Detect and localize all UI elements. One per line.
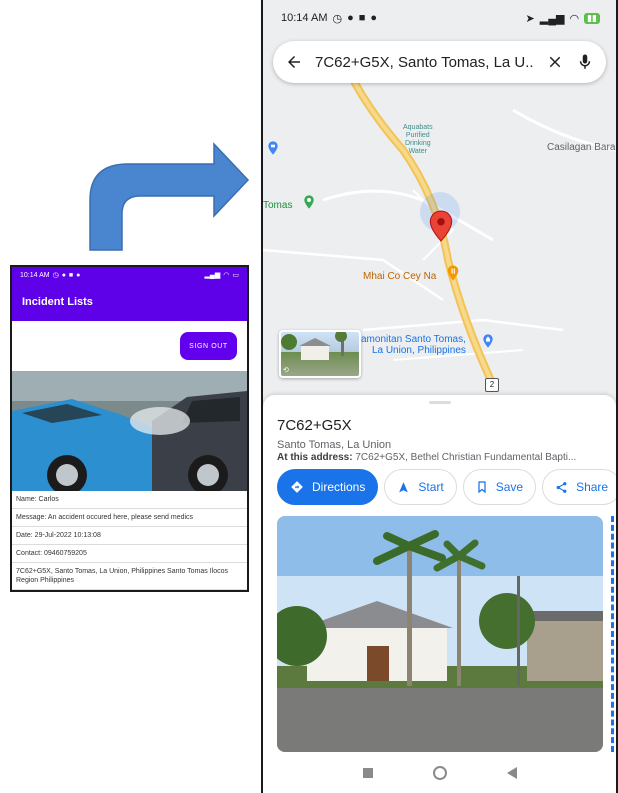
address-value: 7C62+G5X, Bethel Christian Fundamental B… [355,452,577,463]
start-button[interactable]: Start [384,469,457,505]
save-label: Save [495,480,524,494]
home-icon[interactable] [432,766,447,780]
gallery-notification-icon: ■ [358,12,366,24]
search-input[interactable]: 7C62+G5X, Santo Tomas, La U... [315,54,534,71]
incident-details: Name: Carlos Message: An accident occure… [12,491,247,590]
wifi-icon: ◠ [223,272,230,279]
share-button[interactable]: Share [542,469,616,505]
maps-app-screen: 10:14 AM ◷ ● ■ ● ➤ ▂▄▆ ◠ ▮▮ 7C62+G5X, Sa… [261,0,618,793]
alarm-icon: ◷ [332,12,343,25]
maps-notification-icon: ● [76,271,81,279]
place-address: At this address: 7C62+G5X, Bethel Christ… [277,452,607,463]
signal-icon: ▂▄▆ [204,272,221,279]
navigation-icon [399,481,409,492]
directions-icon [291,481,303,493]
sign-out-button[interactable]: SIGN OUT [180,332,237,360]
park-pin-icon[interactable] [301,193,317,211]
map-label-aquabats[interactable]: Aquabats Purified Drinking Water [403,124,433,156]
start-label: Start [418,480,444,494]
directions-button[interactable]: Directions [277,469,379,505]
street-view-360-icon: ⟲ [283,366,289,374]
detail-location[interactable]: 7C62+G5X, Santo Tomas, La Union, Philipp… [12,563,247,590]
street-view-thumbnail[interactable]: ⟲ [279,330,361,378]
app-toolbar: Incident Lists [12,283,247,321]
road-shield: 2 [485,378,499,392]
place-title: 7C62+G5X [277,417,352,434]
status-time: 10:14 AM [281,12,328,24]
curved-arrow-graphic [89,142,250,251]
incident-app-screen: 10:14 AM ◷ ● ■ ● ▂▄▆ ◠ ▭ Incident Lists … [10,265,249,592]
map-label-amonitan[interactable]: amonitan Santo Tomas, La Union, Philippi… [361,334,466,356]
status-bar: 10:14 AM ◷ ● ■ ● ➤ ▂▄▆ ◠ ▮▮ [263,0,616,36]
bookmark-icon [478,481,486,494]
directions-label: Directions [312,480,366,494]
detail-date: Date: 29-Jul-2022 10:13:08 [12,527,247,545]
recent-apps-icon[interactable] [362,768,373,778]
share-label: Share [576,480,609,494]
alarm-icon: ◷ [52,272,59,279]
system-navigation-bar [263,753,616,793]
map-label-casilagan[interactable]: Casilagan Bara [547,142,615,153]
gallery-notification-icon: ■ [68,271,74,279]
app-notification-icon: ● [61,271,66,279]
maps-notification-icon: ● [370,12,378,24]
detail-contact: Contact: 09460759205 [12,545,247,563]
drag-handle[interactable] [429,401,451,404]
place-photo[interactable] [277,516,603,752]
share-icon [556,481,567,493]
status-bar: 10:14 AM ◷ ● ■ ● ▂▄▆ ◠ ▭ [12,267,247,283]
action-buttons: Directions Start Save Share [277,469,616,505]
status-time: 10:14 AM [20,271,50,279]
detail-message: Message: An accident occured here, pleas… [12,509,247,527]
scroll-indicator [611,516,614,752]
back-arrow-icon[interactable] [285,53,303,71]
car-crash-illustration [12,371,247,491]
signal-icon: ▂▄▆ [539,12,565,25]
battery-icon: ▭ [232,272,239,279]
map-label-mhai[interactable]: Mhai Co Cey Na [363,271,436,282]
microphone-icon[interactable] [576,53,594,71]
incident-photo [12,371,247,491]
battery-icon: ▮▮ [584,12,600,24]
church-street-photo [277,516,603,752]
place-subtitle: Santo Tomas, La Union [277,439,392,451]
close-icon[interactable] [546,53,564,71]
map-view[interactable]: 10:14 AM ◷ ● ■ ● ➤ ▂▄▆ ◠ ▮▮ 7C62+G5X, Sa… [263,0,616,400]
location-arrow-icon: ➤ [525,12,535,25]
street-view-image: ⟲ [281,332,347,374]
screenshot-composite: 10:14 AM ◷ ● ■ ● ▂▄▆ ◠ ▭ Incident Lists … [0,0,618,793]
detail-name: Name: Carlos [12,491,247,509]
address-label: At this address: [277,452,353,463]
button-row: SIGN OUT [12,321,247,371]
map-label-tomas[interactable]: Tomas [263,200,292,211]
map-pin-icon[interactable] [428,210,454,242]
restaurant-icon[interactable] [444,262,462,284]
wifi-icon: ◠ [569,12,580,25]
toolbar-title: Incident Lists [22,296,93,308]
save-button[interactable]: Save [462,469,537,505]
search-bar[interactable]: 7C62+G5X, Santo Tomas, La U... [273,41,606,83]
church-pin-icon[interactable] [480,332,496,350]
shopping-icon[interactable] [265,140,281,156]
back-icon[interactable] [506,767,517,779]
place-details-sheet[interactable]: 7C62+G5X Santo Tomas, La Union At this a… [263,395,616,793]
app-notification-icon: ● [347,12,354,24]
